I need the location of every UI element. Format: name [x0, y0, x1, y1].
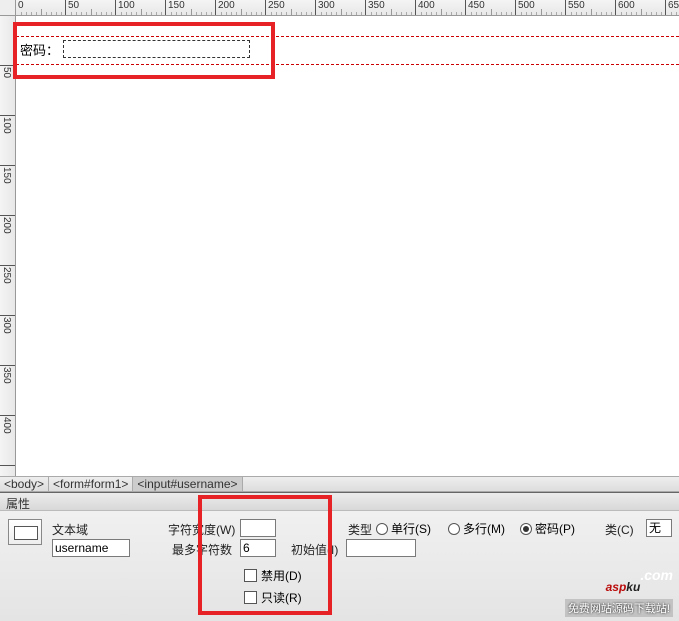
ruler-corner: [0, 0, 16, 16]
horizontal-ruler: 050100150200250300350400450500550600650: [16, 0, 679, 16]
guide-line: [16, 64, 679, 65]
char-width-label: 字符宽度(W): [168, 521, 235, 538]
radio-icon: [448, 523, 460, 535]
init-value-field[interactable]: [346, 539, 416, 557]
password-input-placeholder[interactable]: [63, 40, 250, 58]
init-value-label: 初始值(I): [291, 541, 338, 558]
radio-multi-line[interactable]: 多行(M): [448, 520, 505, 537]
checkbox-label: 只读(R): [261, 589, 302, 606]
max-chars-label: 最多字符数: [172, 541, 232, 558]
checkbox-disabled[interactable]: 禁用(D): [244, 567, 302, 584]
type-label: 文本域: [52, 521, 88, 538]
class-select[interactable]: 无: [646, 519, 672, 537]
type-group-label: 类型: [348, 521, 372, 538]
max-chars-field[interactable]: [240, 539, 276, 557]
tag-selector-bar[interactable]: <body><form#form1><input#username>: [0, 476, 679, 492]
radio-icon: [520, 523, 532, 535]
checkbox-icon: [244, 591, 257, 604]
id-field[interactable]: [52, 539, 130, 557]
panel-title: 属性: [0, 493, 679, 511]
checkbox-readonly[interactable]: 只读(R): [244, 589, 302, 606]
password-label: 密码：: [16, 38, 63, 61]
checkbox-icon: [244, 569, 257, 582]
class-label: 类(C): [605, 521, 634, 538]
radio-icon: [376, 523, 388, 535]
char-width-field[interactable]: [240, 519, 276, 537]
tag-selector-item[interactable]: <input#username>: [133, 477, 242, 491]
radio-label: 多行(M): [463, 520, 505, 537]
radio-label: 单行(S): [391, 520, 431, 537]
radio-password[interactable]: 密码(P): [520, 520, 575, 537]
properties-panel: 属性 文本域 字符宽度(W) 最多字符数 初始值(I) 类型 单行(S) 多行(…: [0, 492, 679, 621]
password-field-container[interactable]: 密码：: [16, 37, 256, 61]
radio-label: 密码(P): [535, 520, 575, 537]
textfield-icon: [8, 519, 42, 545]
checkbox-label: 禁用(D): [261, 567, 302, 584]
tag-selector-item[interactable]: <body>: [0, 477, 49, 491]
design-canvas[interactable]: 密码：: [16, 16, 679, 461]
radio-single-line[interactable]: 单行(S): [376, 520, 431, 537]
tag-selector-item[interactable]: <form#form1>: [49, 477, 133, 491]
